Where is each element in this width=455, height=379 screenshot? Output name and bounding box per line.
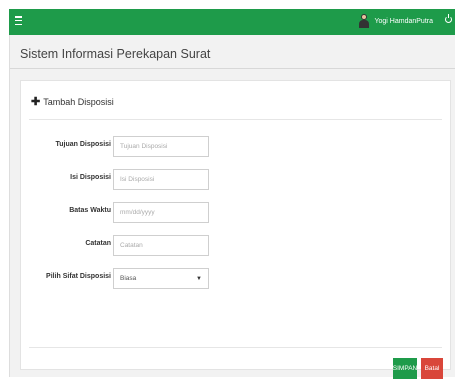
main-content: Sistem Informasi Perekapan Surat ✚ Tamba…	[9, 35, 455, 379]
chevron-down-icon: ▼	[196, 275, 202, 282]
tujuan-input[interactable]	[113, 136, 209, 157]
batas-date-input[interactable]	[113, 202, 209, 223]
menu-icon[interactable]	[15, 16, 22, 25]
sifat-label: Pilih Sifat Disposisi	[46, 273, 111, 280]
avatar	[359, 14, 370, 28]
sifat-select[interactable]: Biasa ▼	[113, 268, 209, 289]
divider	[29, 347, 442, 348]
tujuan-label: Tujuan Disposisi	[55, 141, 112, 148]
form-row-tujuan: Tujuan Disposisi	[21, 136, 452, 157]
catatan-label: Catatan	[85, 240, 111, 247]
form-row-batas: Batas Waktu	[21, 202, 452, 223]
form-row-sifat: Pilih Sifat Disposisi Biasa ▼	[21, 268, 452, 289]
divider	[10, 68, 455, 69]
page-title: Sistem Informasi Perekapan Surat	[20, 47, 211, 61]
plus-icon: ✚	[31, 95, 41, 108]
batas-label: Batas Waktu	[69, 207, 111, 214]
save-button[interactable]: SIMPAN	[393, 358, 417, 379]
sifat-selected-value: Biasa	[120, 275, 137, 282]
divider	[29, 119, 442, 120]
form-row-catatan: Catatan	[21, 235, 452, 256]
top-navbar: Yogi HamdanPutra	[9, 9, 455, 35]
isi-label: Isi Disposisi	[70, 174, 111, 181]
catatan-input[interactable]	[113, 235, 209, 256]
form-row-isi: Isi Disposisi	[21, 169, 452, 190]
isi-input[interactable]	[113, 169, 209, 190]
form-panel: ✚ Tambah Disposisi Tujuan Disposisi Isi …	[20, 80, 452, 379]
user-menu[interactable]: Yogi HamdanPutra	[359, 14, 433, 28]
user-name: Yogi HamdanPutra	[374, 17, 433, 25]
cancel-button[interactable]: Batal	[421, 358, 443, 379]
panel-heading: ✚ Tambah Disposisi	[31, 95, 114, 108]
panel-heading-label: Tambah Disposisi	[43, 97, 114, 107]
power-icon[interactable]	[445, 14, 452, 23]
